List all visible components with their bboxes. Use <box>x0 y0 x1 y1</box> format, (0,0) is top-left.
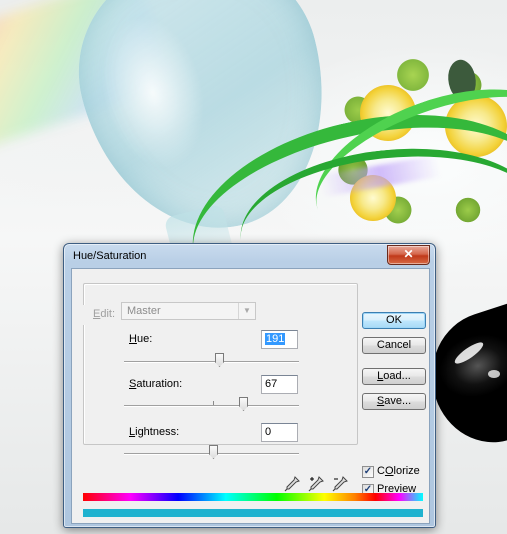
colorize-label[interactable]: COlorize <box>377 465 420 477</box>
close-icon: ✕ <box>403 247 414 261</box>
edit-select[interactable]: Master ▼ <box>121 302 256 320</box>
dialog-titlebar[interactable]: Hue/Saturation ✕ <box>64 244 435 268</box>
edit-select-value: Master <box>127 305 161 317</box>
dialog-body: Edit: Master ▼ Hue: 191 Saturation: 67 L… <box>71 268 430 524</box>
dialog-title: Hue/Saturation <box>73 250 147 262</box>
hue-slider[interactable] <box>124 361 299 363</box>
hue-saturation-dialog: Hue/Saturation ✕ Edit: Master ▼ Hue: 191… <box>63 243 436 528</box>
saturation-label: Saturation: <box>129 378 183 390</box>
result-spectrum-bar <box>83 509 423 517</box>
colorize-checkbox[interactable]: ✓ <box>362 466 374 478</box>
highlight <box>488 370 500 378</box>
close-button[interactable]: ✕ <box>387 245 430 265</box>
lightness-label: Lightness: <box>129 426 180 438</box>
lightness-slider-thumb[interactable] <box>209 445 218 459</box>
source-spectrum-bar <box>83 493 423 501</box>
eyedropper-minus-icon[interactable] <box>332 476 348 492</box>
hue-label: Hue: <box>129 333 153 345</box>
cancel-button[interactable]: Cancel <box>362 337 426 354</box>
hue-input[interactable]: 191 <box>261 330 298 349</box>
save-button[interactable]: Save... <box>362 393 426 410</box>
slider-center-tick <box>213 401 214 405</box>
lightness-input[interactable]: 0 <box>261 423 298 442</box>
load-button[interactable]: Load... <box>362 368 426 385</box>
saturation-slider[interactable] <box>124 401 299 407</box>
eyedropper-plus-icon[interactable] <box>308 476 324 492</box>
saturation-input[interactable]: 67 <box>261 375 298 394</box>
ok-button[interactable]: OK <box>362 312 426 329</box>
chevron-down-icon: ▼ <box>238 303 255 319</box>
eyedropper-icon[interactable] <box>284 476 300 492</box>
edit-label: Edit: <box>93 308 116 320</box>
